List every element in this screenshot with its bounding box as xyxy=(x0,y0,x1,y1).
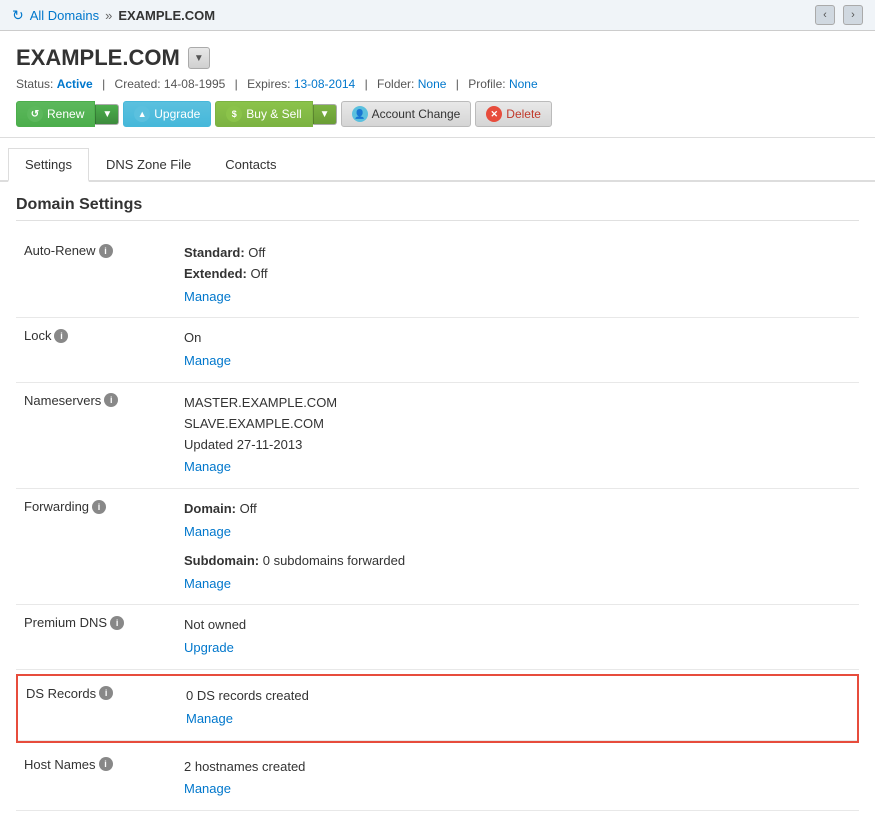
status-label: Status: xyxy=(16,77,53,91)
forwarding-value: Domain: Off Manage Subdomain: 0 subdomai… xyxy=(184,499,851,594)
upgrade-button[interactable]: ▲ Upgrade xyxy=(123,101,211,127)
host-names-info-icon[interactable]: i xyxy=(99,757,113,771)
table-row: Auto-Renew i Standard: Off Extended: Off… xyxy=(16,233,859,318)
nameservers-label: Nameservers i xyxy=(24,393,168,408)
ds-records-label: DS Records i xyxy=(26,686,170,701)
settings-table: Auto-Renew i Standard: Off Extended: Off… xyxy=(16,233,859,811)
created-value: 14-08-1995 xyxy=(164,77,225,91)
ds-records-value-cell: 0 DS records created Manage xyxy=(178,676,857,740)
auto-renew-label-cell: Auto-Renew i xyxy=(16,233,176,318)
buy-sell-dropdown-button[interactable]: ▼ xyxy=(313,104,337,125)
auto-renew-value: Standard: Off Extended: Off Manage xyxy=(184,243,851,307)
breadcrumb-separator: » xyxy=(105,8,112,23)
renew-dropdown-button[interactable]: ▼ xyxy=(95,104,119,125)
ds-records-label-cell: DS Records i xyxy=(18,676,178,740)
domain-header: EXAMPLE.COM ▼ Status: Active | Created: … xyxy=(0,31,875,138)
premium-dns-label: Premium DNS i xyxy=(24,615,168,630)
premium-dns-value: Not owned Upgrade xyxy=(184,615,851,659)
domain-dropdown-button[interactable]: ▼ xyxy=(188,47,210,69)
account-change-icon: 👤 xyxy=(352,106,368,122)
all-domains-link[interactable]: All Domains xyxy=(30,8,99,23)
account-change-button[interactable]: 👤 Account Change xyxy=(341,101,472,127)
tab-dns-zone-file[interactable]: DNS Zone File xyxy=(89,148,208,182)
prev-arrow-button[interactable]: ‹ xyxy=(815,5,835,25)
forwarding-label: Forwarding i xyxy=(24,499,168,514)
created-label: Created: xyxy=(115,77,161,91)
premium-dns-info-icon[interactable]: i xyxy=(110,616,124,630)
table-row: Nameservers i MASTER.EXAMPLE.COM SLAVE.E… xyxy=(16,382,859,488)
host-names-label: Host Names i xyxy=(24,757,168,772)
expires-value[interactable]: 13-08-2014 xyxy=(294,77,355,91)
table-row: Host Names i 2 hostnames created Manage xyxy=(16,747,859,811)
forwarding-value-cell: Domain: Off Manage Subdomain: 0 subdomai… xyxy=(176,489,859,605)
forwarding-domain-manage-link[interactable]: Manage xyxy=(184,522,851,543)
nameservers-manage-link[interactable]: Manage xyxy=(184,457,851,478)
lock-info-icon[interactable]: i xyxy=(54,329,68,343)
delete-button[interactable]: ✕ Delete xyxy=(475,101,552,127)
tab-settings[interactable]: Settings xyxy=(8,148,89,182)
auto-renew-value-cell: Standard: Off Extended: Off Manage xyxy=(176,233,859,318)
tab-contacts[interactable]: Contacts xyxy=(208,148,293,182)
folder-label: Folder: xyxy=(377,77,414,91)
expires-label: Expires: xyxy=(247,77,290,91)
table-row: Forwarding i Domain: Off Manage Subdomai… xyxy=(16,489,859,605)
profile-value[interactable]: None xyxy=(509,77,538,91)
ds-records-value: 0 DS records created Manage xyxy=(186,686,849,730)
host-names-label-cell: Host Names i xyxy=(16,747,176,811)
ds-records-info-icon[interactable]: i xyxy=(99,686,113,700)
nameservers-value: MASTER.EXAMPLE.COM SLAVE.EXAMPLE.COM Upd… xyxy=(184,393,851,478)
host-names-value-cell: 2 hostnames created Manage xyxy=(176,747,859,811)
premium-dns-value-cell: Not owned Upgrade xyxy=(176,605,859,670)
folder-value[interactable]: None xyxy=(418,77,447,91)
forwarding-subdomain-manage-link[interactable]: Manage xyxy=(184,574,851,595)
tabs-bar: Settings DNS Zone File Contacts xyxy=(0,148,875,182)
premium-dns-upgrade-link[interactable]: Upgrade xyxy=(184,638,851,659)
domain-status-row: Status: Active | Created: 14-08-1995 | E… xyxy=(16,77,859,91)
action-buttons: ↺ Renew ▼ ▲ Upgrade $ Buy & Sell ▼ 👤 Acc… xyxy=(16,101,859,127)
premium-dns-label-cell: Premium DNS i xyxy=(16,605,176,670)
nav-arrows: ‹ › xyxy=(815,5,863,25)
refresh-icon[interactable]: ↻ xyxy=(12,7,24,24)
lock-label: Lock i xyxy=(24,328,168,343)
lock-value-cell: On Manage xyxy=(176,318,859,383)
next-arrow-button[interactable]: › xyxy=(843,5,863,25)
auto-renew-info-icon[interactable]: i xyxy=(99,244,113,258)
breadcrumb: ↻ All Domains » EXAMPLE.COM xyxy=(12,7,215,24)
forwarding-info-icon[interactable]: i xyxy=(92,500,106,514)
nameservers-value-cell: MASTER.EXAMPLE.COM SLAVE.EXAMPLE.COM Upd… xyxy=(176,382,859,488)
current-domain-breadcrumb: EXAMPLE.COM xyxy=(118,8,215,23)
host-names-value: 2 hostnames created Manage xyxy=(184,757,851,801)
auto-renew-label: Auto-Renew i xyxy=(24,243,168,258)
domain-settings-title: Domain Settings xyxy=(16,196,859,221)
ds-records-manage-link[interactable]: Manage xyxy=(186,709,849,730)
status-value: Active xyxy=(57,77,93,91)
buy-sell-button-group: $ Buy & Sell ▼ xyxy=(215,101,336,127)
profile-label: Profile: xyxy=(468,77,505,91)
nameservers-info-icon[interactable]: i xyxy=(104,393,118,407)
host-names-manage-link[interactable]: Manage xyxy=(184,779,851,800)
forwarding-label-cell: Forwarding i xyxy=(16,489,176,605)
top-nav-bar: ↻ All Domains » EXAMPLE.COM ‹ › xyxy=(0,0,875,31)
lock-label-cell: Lock i xyxy=(16,318,176,383)
table-row: Lock i On Manage xyxy=(16,318,859,383)
table-row: Premium DNS i Not owned Upgrade xyxy=(16,605,859,670)
domain-title-row: EXAMPLE.COM ▼ xyxy=(16,45,859,71)
delete-icon: ✕ xyxy=(486,106,502,122)
renew-icon: ↺ xyxy=(27,106,43,122)
ds-records-highlight-box: DS Records i 0 DS records created Manage xyxy=(16,674,859,743)
lock-value: On Manage xyxy=(184,328,851,372)
upgrade-icon: ▲ xyxy=(134,106,150,122)
nameservers-label-cell: Nameservers i xyxy=(16,382,176,488)
renew-button-group: ↺ Renew ▼ xyxy=(16,101,119,127)
lock-manage-link[interactable]: Manage xyxy=(184,351,851,372)
buy-sell-button[interactable]: $ Buy & Sell xyxy=(215,101,312,127)
domain-settings-section: Domain Settings Auto-Renew i Standard: O… xyxy=(0,182,875,825)
domain-title: EXAMPLE.COM xyxy=(16,45,180,71)
buy-sell-icon: $ xyxy=(226,106,242,122)
renew-button[interactable]: ↺ Renew xyxy=(16,101,95,127)
auto-renew-manage-link[interactable]: Manage xyxy=(184,287,851,308)
table-row: DS Records i 0 DS records created Manage xyxy=(16,669,859,746)
